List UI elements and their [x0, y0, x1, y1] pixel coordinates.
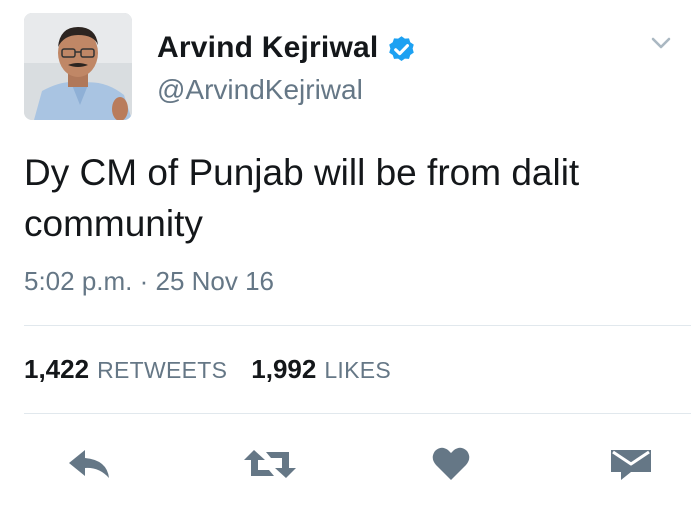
- avatar-photo: [24, 13, 132, 120]
- envelope-icon: [611, 450, 651, 480]
- retweets-label[interactable]: RETWEETS: [97, 357, 227, 384]
- reply-icon: [69, 450, 109, 478]
- divider: [24, 325, 691, 326]
- author-handle[interactable]: @ArvindKejriwal: [157, 74, 363, 106]
- avatar[interactable]: [24, 13, 132, 120]
- tweet-timestamp[interactable]: 5:02 p.m. · 25 Nov 16: [24, 266, 274, 297]
- chevron-down-icon[interactable]: [650, 32, 672, 54]
- author-name-row: Arvind Kejriwal: [157, 28, 417, 68]
- tweet-card: Arvind Kejriwal @ArvindKejriwal Dy CM of…: [0, 0, 691, 514]
- likes-label[interactable]: LIKES: [324, 357, 391, 384]
- author-display-name[interactable]: Arvind Kejriwal: [157, 31, 378, 65]
- divider: [24, 413, 691, 414]
- retweet-icon: [244, 450, 296, 478]
- verified-badge-icon: [386, 33, 417, 64]
- like-button[interactable]: [426, 440, 476, 488]
- reply-button[interactable]: [60, 440, 120, 488]
- tweet-stats: 1,422 RETWEETS 1,992 LIKES: [24, 354, 391, 390]
- direct-message-button[interactable]: [604, 440, 658, 488]
- retweet-button[interactable]: [238, 440, 302, 488]
- tweet-text: Dy CM of Punjab will be from dalit commu…: [24, 152, 580, 244]
- retweets-count[interactable]: 1,422: [24, 354, 89, 385]
- heart-icon: [432, 447, 470, 480]
- likes-count[interactable]: 1,992: [251, 354, 316, 385]
